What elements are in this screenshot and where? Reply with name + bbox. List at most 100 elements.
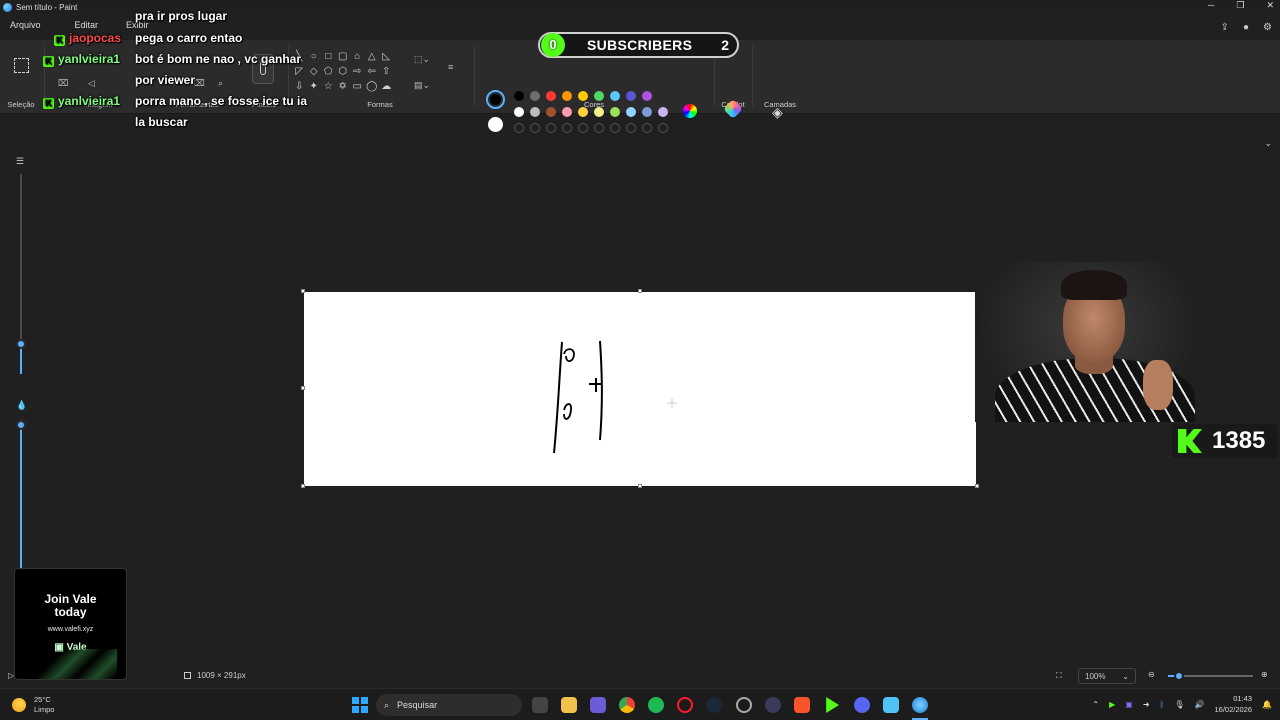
- minimize-button[interactable]: ─: [1208, 0, 1214, 11]
- volume-icon[interactable]: 🔊: [1195, 700, 1205, 709]
- fill-icon[interactable]: ▤⌄: [414, 80, 430, 91]
- primary-color-swatch[interactable]: [486, 90, 505, 109]
- four-point-star-shape-icon[interactable]: ✦: [307, 80, 322, 94]
- custom-color-slot[interactable]: [514, 123, 524, 133]
- resize-handle[interactable]: [638, 484, 642, 488]
- color-swatch[interactable]: [594, 107, 604, 117]
- fit-to-window-icon[interactable]: ⛶: [1056, 671, 1062, 681]
- color-swatch[interactable]: [610, 91, 620, 101]
- color-swatch[interactable]: [514, 91, 524, 101]
- polygon-shape-icon[interactable]: ⌂: [350, 50, 365, 64]
- up-arrow-shape-icon[interactable]: ⇧: [379, 65, 394, 79]
- zoom-select[interactable]: 100% ⌄: [1078, 668, 1136, 684]
- kick-tray-icon[interactable]: ▶: [1109, 700, 1115, 709]
- paint-taskbar-icon[interactable]: [912, 697, 928, 713]
- settings-gear-icon[interactable]: ⚙: [1263, 22, 1272, 33]
- down-arrow-shape-icon[interactable]: ⇩: [292, 80, 307, 94]
- custom-color-slot[interactable]: [578, 123, 588, 133]
- color-swatch[interactable]: [626, 107, 636, 117]
- magnifier-icon[interactable]: ⌕: [218, 78, 223, 89]
- chevron-up-icon[interactable]: ⌃: [1092, 700, 1099, 709]
- custom-color-slot[interactable]: [626, 123, 636, 133]
- color-swatch[interactable]: [562, 107, 572, 117]
- rectangle-shape-icon[interactable]: □: [321, 50, 336, 64]
- brush-size-slider-thumb[interactable]: [16, 339, 26, 349]
- notifications-icon[interactable]: 🔔: [1262, 700, 1272, 709]
- color-swatch[interactable]: [642, 91, 652, 101]
- rounded-rectangle-shape-icon[interactable]: ▢: [336, 50, 351, 64]
- taskbar-search[interactable]: ⌕ Pesquisar: [376, 694, 522, 716]
- resize-handle[interactable]: [301, 484, 305, 488]
- size-icon[interactable]: ≡: [448, 62, 453, 72]
- opacity-slider-thumb[interactable]: [16, 420, 26, 430]
- cloud-callout-shape-icon[interactable]: ☁: [379, 80, 394, 94]
- color-swatch[interactable]: [530, 107, 540, 117]
- account-icon[interactable]: ●: [1243, 22, 1249, 33]
- color-swatch[interactable]: [642, 107, 652, 117]
- layers-icon[interactable]: ◈: [772, 104, 783, 121]
- six-point-star-shape-icon[interactable]: ✡: [336, 80, 351, 94]
- resize-handle[interactable]: [975, 484, 979, 488]
- tray-arrow-icon[interactable]: ➜: [1143, 700, 1150, 709]
- windows-start-icon[interactable]: [352, 697, 368, 713]
- color-swatch[interactable]: [594, 91, 604, 101]
- color-swatch[interactable]: [578, 107, 588, 117]
- hexagon-shape-icon[interactable]: ⬡: [336, 65, 351, 79]
- zoom-out-icon[interactable]: ⊖: [1148, 670, 1155, 679]
- chevron-down-icon[interactable]: ⌄: [1264, 138, 1272, 149]
- color-swatch[interactable]: [530, 91, 540, 101]
- color-swatch[interactable]: [610, 107, 620, 117]
- custom-color-slot[interactable]: [610, 123, 620, 133]
- drawing-canvas[interactable]: [304, 292, 976, 486]
- color-swatch[interactable]: [562, 91, 572, 101]
- spotify-icon[interactable]: [648, 697, 664, 713]
- discord-icon[interactable]: [854, 697, 870, 713]
- color-swatch[interactable]: [546, 91, 556, 101]
- color-swatch[interactable]: [578, 91, 588, 101]
- pentagon-shape-icon[interactable]: ⬠: [321, 65, 336, 79]
- custom-color-slot[interactable]: [658, 123, 668, 133]
- five-point-star-shape-icon[interactable]: ☆: [321, 80, 336, 94]
- color-swatch[interactable]: [626, 91, 636, 101]
- close-button[interactable]: ✕: [1266, 0, 1274, 11]
- curve-shape-icon[interactable]: ◸: [292, 65, 307, 79]
- app-icon[interactable]: [765, 697, 781, 713]
- task-view-icon[interactable]: [532, 697, 548, 713]
- rotate-icon[interactable]: ◁: [88, 78, 95, 89]
- notepad-icon[interactable]: [883, 697, 899, 713]
- tray-app-icon[interactable]: ▣: [1125, 700, 1133, 709]
- diamond-shape-icon[interactable]: ◇: [307, 65, 322, 79]
- crop-icon[interactable]: ⌧: [58, 78, 68, 89]
- bluetooth-icon[interactable]: ᛒ: [1160, 700, 1165, 709]
- color-swatch[interactable]: [546, 107, 556, 117]
- oval-shape-icon[interactable]: ○: [307, 50, 322, 64]
- color-swatch[interactable]: [658, 107, 668, 117]
- microphone-icon[interactable]: 🎙: [1174, 700, 1184, 709]
- custom-color-slot[interactable]: [562, 123, 572, 133]
- custom-color-slot[interactable]: [530, 123, 540, 133]
- oval-callout-shape-icon[interactable]: ◯: [365, 80, 380, 94]
- opera-icon[interactable]: [677, 697, 693, 713]
- clock[interactable]: 01:43 16/02/2026: [1214, 693, 1252, 715]
- custom-color-slot[interactable]: [546, 123, 556, 133]
- chrome-icon[interactable]: [619, 697, 635, 713]
- resize-handle[interactable]: [301, 386, 305, 390]
- rectangle-select-icon[interactable]: [14, 58, 29, 73]
- steam-icon[interactable]: [706, 697, 722, 713]
- vale-ad-banner[interactable]: Join Vale today www.valefi.xyz ▣ Vale: [14, 568, 127, 680]
- custom-color-slot[interactable]: [594, 123, 604, 133]
- share-icon[interactable]: ⇪: [1221, 22, 1229, 33]
- right-arrow-shape-icon[interactable]: ⇨: [350, 65, 365, 79]
- resize-handle[interactable]: [638, 289, 642, 293]
- kick-studio-icon[interactable]: [826, 697, 839, 713]
- brave-icon[interactable]: [794, 697, 810, 713]
- resize-handle[interactable]: [301, 289, 305, 293]
- custom-color-slot[interactable]: [642, 123, 652, 133]
- zoom-slider-thumb[interactable]: [1174, 671, 1184, 681]
- outline-icon[interactable]: ⬚⌄: [414, 54, 430, 65]
- color-swatch[interactable]: [514, 107, 524, 117]
- maximize-button[interactable]: ❐: [1236, 0, 1244, 11]
- right-triangle-shape-icon[interactable]: ◺: [379, 50, 394, 64]
- callout-shape-icon[interactable]: ▭: [350, 80, 365, 94]
- edit-colors-icon[interactable]: [683, 104, 697, 118]
